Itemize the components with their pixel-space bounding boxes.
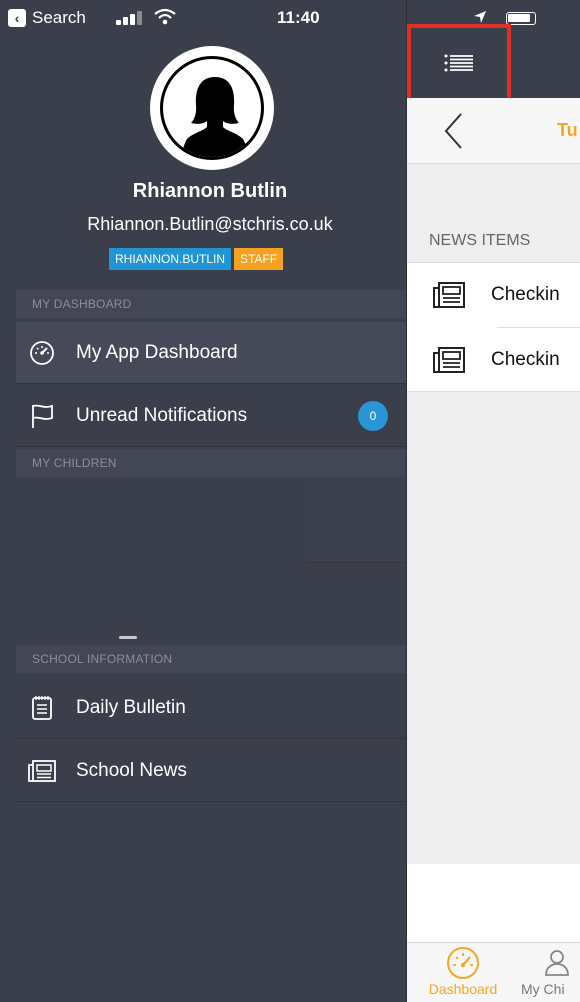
- date-navigation: Tu: [407, 98, 580, 164]
- status-time: 11:40: [277, 8, 320, 27]
- user-badges: RHIANNON.BUTLIN STAFF: [109, 248, 284, 270]
- location-arrow-icon: [474, 11, 486, 23]
- speedometer-icon: [447, 947, 479, 979]
- child-row[interactable]: [306, 478, 406, 562]
- people-icon: [545, 950, 569, 976]
- drawer-item-daily-bulletin[interactable]: Daily Bulletin: [16, 677, 406, 739]
- section-header-school-information: SCHOOL INFORMATION: [16, 645, 406, 673]
- news-list: Checkin Checkin: [407, 262, 580, 392]
- back-to-app-label[interactable]: Search: [32, 8, 86, 28]
- section-header-my-dashboard: MY DASHBOARD: [16, 290, 406, 318]
- drawer-item-school-news[interactable]: School News: [16, 740, 406, 802]
- previous-day-chevron-icon[interactable]: [443, 112, 463, 150]
- tab-label: My Chi: [521, 981, 565, 997]
- newspaper-icon: [28, 757, 56, 785]
- news-item-title: Checkin: [491, 284, 560, 305]
- speedometer-icon: [28, 339, 56, 367]
- role-badge: STAFF: [234, 248, 284, 270]
- drawer-item-label: School News: [76, 759, 187, 781]
- list-menu-icon: [444, 54, 473, 72]
- newspaper-icon: [433, 281, 467, 309]
- children-list: [16, 478, 406, 641]
- person-silhouette-icon: [182, 77, 248, 157]
- signal-icon: [116, 11, 146, 25]
- newspaper-icon: [433, 346, 467, 374]
- navigation-drawer: ‹ Search 11:40 Rhiannon Butlin Rhiannon.…: [0, 0, 406, 1002]
- drawer-item-label: My App Dashboard: [76, 341, 238, 363]
- news-items-header: NEWS ITEMS: [429, 232, 531, 249]
- drawer-item-label: Daily Bulletin: [76, 696, 186, 718]
- current-date-label[interactable]: Tu: [557, 120, 578, 141]
- notification-count-badge: 0: [358, 401, 388, 431]
- flag-icon: [28, 402, 56, 430]
- news-section: NEWS ITEMS Checkin Checkin: [407, 164, 580, 864]
- username-badge: RHIANNON.BUTLIN: [109, 248, 232, 270]
- menu-toggle-button[interactable]: [407, 24, 511, 102]
- drawer-item-unread-notifications[interactable]: Unread Notifications 0: [16, 385, 406, 447]
- news-item[interactable]: Checkin: [407, 328, 580, 392]
- tab-bar: Dashboard My Chi: [407, 942, 580, 1002]
- wifi-icon: [154, 8, 176, 25]
- main-content: Tu NEWS ITEMS Checkin Checkin Dashboard …: [406, 0, 580, 1002]
- section-header-my-children: MY CHILDREN: [16, 449, 406, 477]
- drawer-item-my-app-dashboard[interactable]: My App Dashboard: [16, 322, 406, 384]
- back-to-app-icon[interactable]: ‹: [8, 9, 26, 27]
- tab-label: Dashboard: [428, 981, 498, 997]
- status-bar: ‹ Search 11:40: [0, 0, 406, 36]
- tab-dashboard[interactable]: Dashboard: [413, 943, 513, 1002]
- user-email: Rhiannon.Butlin@stchris.co.uk: [87, 214, 333, 234]
- scroll-indicator: [119, 636, 137, 639]
- drawer-item-label: Unread Notifications: [76, 404, 248, 426]
- bulletin-icon: [28, 694, 56, 722]
- avatar[interactable]: [150, 46, 274, 170]
- news-item-title: Checkin: [491, 349, 560, 370]
- tab-my-children[interactable]: My Chi: [521, 943, 580, 1002]
- divider: [306, 562, 406, 563]
- news-item[interactable]: Checkin: [407, 263, 580, 327]
- user-name: Rhiannon Butlin: [132, 180, 288, 202]
